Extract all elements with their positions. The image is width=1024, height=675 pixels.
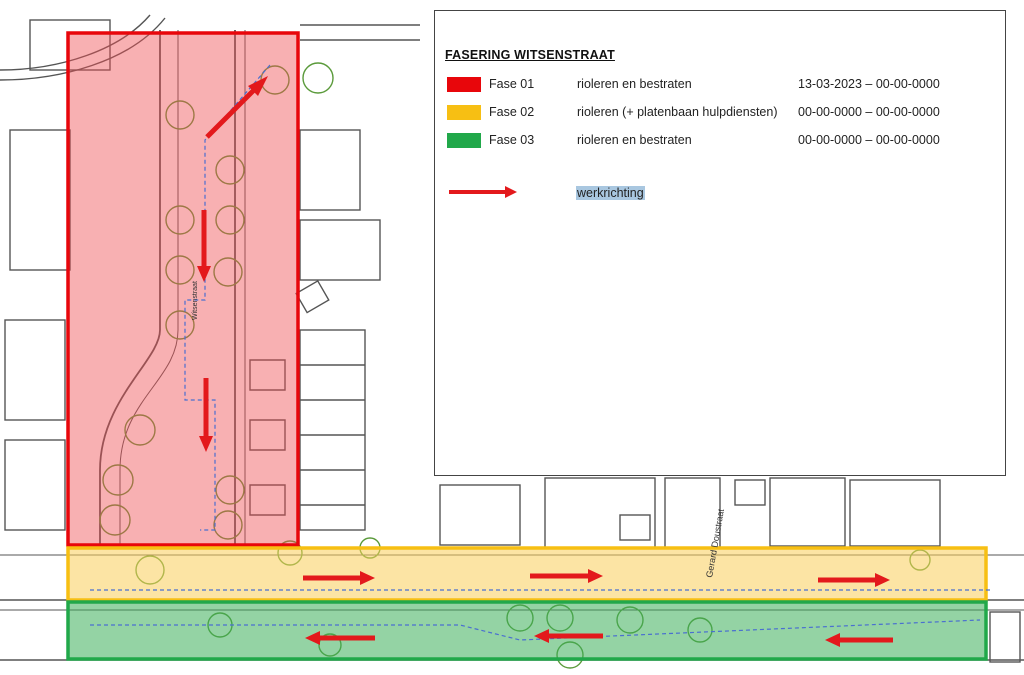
legend-phase-dates: 00-00-0000 – 00-00-0000 [798,105,940,119]
zone-fase-02 [66,546,988,602]
map-stage: Gerard Doustraat Witsenstraat FASERING W… [0,0,1024,675]
legend-row-fase-03: Fase 03 rioleren en bestraten 00-00-0000… [447,133,987,149]
zone-fase-01 [66,31,300,547]
legend-phase-work: rioleren en bestraten [577,133,692,147]
legend-phase-work: rioleren en bestraten [577,77,692,91]
legend-phase-name: Fase 02 [489,105,535,119]
legend-swatch-fase-03 [447,133,481,148]
legend-swatch-fase-02 [447,105,481,120]
legend-panel: FASERING WITSENSTRAAT Fase 01 rioleren e… [434,10,1006,476]
legend-phase-dates: 00-00-0000 – 00-00-0000 [798,133,940,147]
legend-direction-label: werkrichting [576,186,645,200]
legend-phase-name: Fase 03 [489,133,535,147]
legend-phase-dates: 13-03-2023 – 00-00-0000 [798,77,940,91]
legend-phase-name: Fase 01 [489,77,535,91]
legend-row-fase-02: Fase 02 rioleren (+ platenbaan hulpdiens… [447,105,987,121]
legend-phase-work: rioleren (+ platenbaan hulpdiensten) [577,105,778,119]
legend-arrow-icon [449,186,517,198]
legend-row-fase-01: Fase 01 rioleren en bestraten 13-03-2023… [447,77,987,93]
legend-title: FASERING WITSENSTRAAT [445,48,615,62]
zone-fase-03 [66,600,988,661]
legend-swatch-fase-01 [447,77,481,92]
street-label-witsenstraat: Witsenstraat [192,281,199,320]
